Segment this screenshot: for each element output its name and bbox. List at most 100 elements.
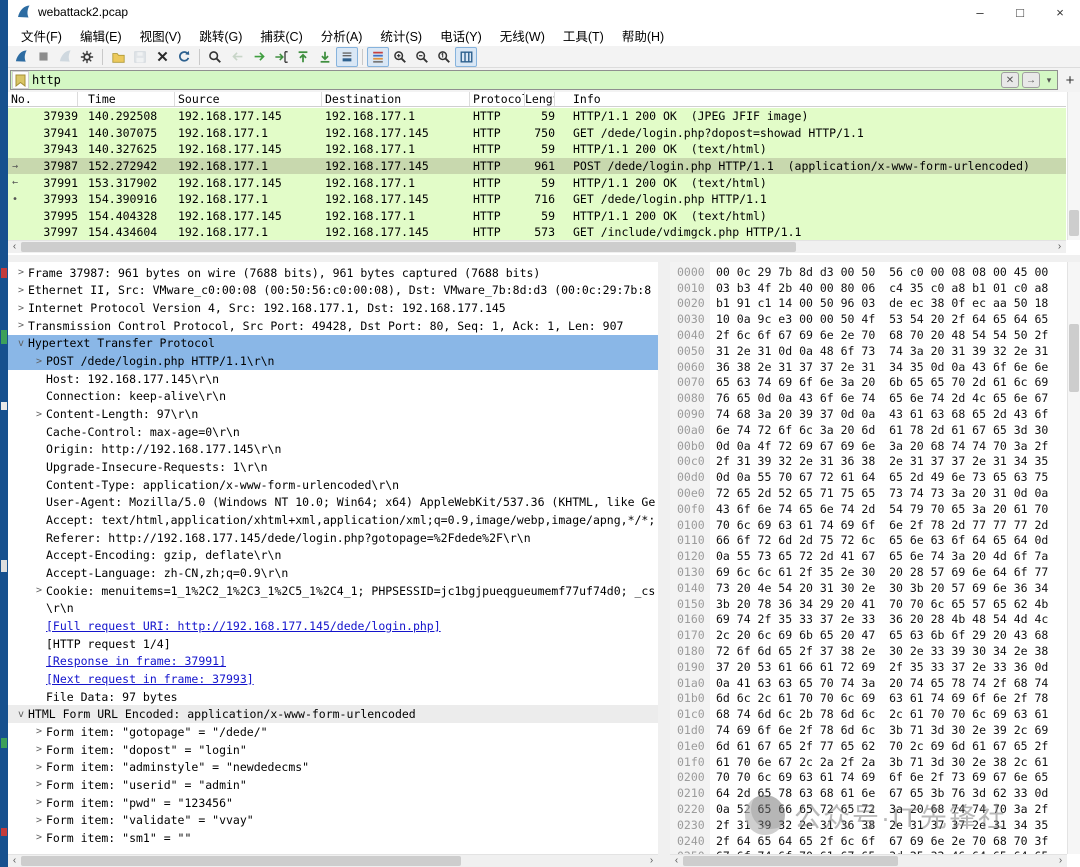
detail-link[interactable]: [Response in frame: 37991] (46, 654, 226, 668)
detail-row-16[interactable]: Referer: http://192.168.177.145/dede/log… (8, 529, 658, 547)
minimize-button[interactable]: – (960, 0, 1000, 24)
hex-row-0090[interactable]: 009074 68 3a 20 39 37 0d 0a 43 61 63 68 … (670, 406, 1066, 422)
go-bottom-icon[interactable] (314, 47, 336, 67)
expander-closed-icon[interactable]: > (32, 356, 46, 367)
detail-row-17[interactable]: Accept-Encoding: gzip, deflate\r\n (8, 547, 658, 565)
packet-row-37943[interactable]: 37943140.327625192.168.177.145192.168.17… (8, 141, 1066, 158)
detail-row-31[interactable]: >Form item: "pwd" = "123456" (8, 794, 658, 812)
go-top-icon[interactable] (292, 47, 314, 67)
detail-row-14[interactable]: User-Agent: Mozilla/5.0 (Windows NT 10.0… (8, 494, 658, 512)
expander-closed-icon[interactable]: > (14, 285, 28, 296)
colorize-icon[interactable] (367, 47, 389, 67)
hex-row-0100[interactable]: 010070 6c 69 63 61 74 69 6f 6e 2f 78 2d … (670, 517, 1066, 533)
packet-row-37997[interactable]: 37997154.434604192.168.177.1192.168.177.… (8, 224, 1066, 240)
detail-row-28[interactable]: >Form item: "dopost" = "login" (8, 741, 658, 759)
open-file-icon[interactable] (107, 47, 129, 67)
hex-row-0230[interactable]: 02302f 31 39 32 2e 31 36 38 2e 31 37 37 … (670, 817, 1066, 833)
hex-row-0180[interactable]: 018072 6f 6d 65 2f 37 38 2e 30 2e 33 39 … (670, 643, 1066, 659)
hex-row-01a0[interactable]: 01a00a 41 63 63 65 70 74 3a 20 74 65 78 … (670, 675, 1066, 691)
hex-row-0080[interactable]: 008076 65 0d 0a 43 6f 6e 74 65 6e 74 2d … (670, 390, 1066, 406)
detail-link[interactable]: [Next request in frame: 37993] (46, 672, 254, 686)
scroll-thumb[interactable] (21, 242, 796, 252)
column-header-source[interactable]: Source (175, 92, 322, 106)
scroll-thumb[interactable] (1069, 210, 1079, 236)
hex-row-0190[interactable]: 019037 20 53 61 66 61 72 69 2f 35 33 37 … (670, 659, 1066, 675)
detail-row-23[interactable]: [Response in frame: 37991] (8, 652, 658, 670)
find-packet-icon[interactable] (204, 47, 226, 67)
expander-closed-icon[interactable]: > (32, 762, 46, 773)
scroll-left-arrow[interactable]: ‹ (8, 241, 21, 253)
detail-row-24[interactable]: [Next request in frame: 37993] (8, 670, 658, 688)
scroll-thumb[interactable] (1069, 324, 1079, 392)
hex-row-0050[interactable]: 005031 2e 31 0d 0a 48 6f 73 74 3a 20 31 … (670, 343, 1066, 359)
capture-options-icon[interactable] (76, 47, 98, 67)
detail-row-25[interactable]: File Data: 97 bytes (8, 688, 658, 706)
expander-closed-icon[interactable]: > (32, 409, 46, 420)
expander-closed-icon[interactable]: > (32, 779, 46, 790)
packet-row-37991[interactable]: ←37991153.317902192.168.177.145192.168.1… (8, 174, 1066, 191)
expander-closed-icon[interactable]: > (32, 797, 46, 808)
hex-row-01e0[interactable]: 01e06d 61 67 65 2f 77 65 62 70 2c 69 6d … (670, 738, 1066, 754)
hex-row-0010[interactable]: 001003 b3 4f 2b 40 00 80 06 c4 35 c0 a8 … (670, 280, 1066, 296)
scroll-right-arrow[interactable]: › (1053, 241, 1066, 253)
detail-row-15[interactable]: Accept: text/html,application/xhtml+xml,… (8, 511, 658, 529)
filter-apply-button[interactable]: → (1022, 72, 1040, 88)
close-button[interactable]: × (1040, 0, 1080, 24)
expander-closed-icon[interactable]: > (14, 320, 28, 331)
packet-row-37987[interactable]: →37987152.272942192.168.177.1192.168.177… (8, 158, 1066, 175)
hex-row-0220[interactable]: 02200a 52 65 66 65 72 65 72 3a 20 68 74 … (670, 801, 1066, 817)
detail-row-18[interactable]: Accept-Language: zh-CN,zh;q=0.9\r\n (8, 564, 658, 582)
menu-item-3[interactable]: 视图(V) (131, 24, 191, 47)
packet-row-37941[interactable]: 37941140.307075192.168.177.1192.168.177.… (8, 125, 1066, 142)
hex-row-00c0[interactable]: 00c02f 31 39 32 2e 31 36 38 2e 31 37 37 … (670, 454, 1066, 470)
expander-closed-icon[interactable]: > (32, 832, 46, 843)
detail-row-8[interactable]: Connection: keep-alive\r\n (8, 388, 658, 406)
column-header-length[interactable]: Length (525, 92, 555, 106)
menu-item-11[interactable]: 帮助(H) (613, 24, 673, 47)
detail-row-6[interactable]: >POST /dede/login.php HTTP/1.1\r\n (8, 352, 658, 370)
column-header-no[interactable]: No. (8, 92, 78, 106)
menu-item-4[interactable]: 跳转(G) (190, 24, 251, 47)
menu-item-10[interactable]: 工具(T) (554, 24, 613, 47)
auto-scroll-icon[interactable] (336, 47, 358, 67)
hex-row-00a0[interactable]: 00a06e 74 72 6f 6c 3a 20 6d 61 78 2d 61 … (670, 422, 1066, 438)
scroll-left-arrow[interactable]: ‹ (8, 855, 21, 867)
hex-row-01c0[interactable]: 01c068 74 6d 6c 2b 78 6d 6c 2c 61 70 70 … (670, 706, 1066, 722)
packet-row-37939[interactable]: 37939140.292508192.168.177.145192.168.17… (8, 108, 1066, 125)
go-to-packet-icon[interactable] (270, 47, 292, 67)
menu-item-9[interactable]: 无线(W) (491, 24, 554, 47)
maximize-button[interactable]: □ (1000, 0, 1040, 24)
details-hscrollbar[interactable]: ‹ › (8, 854, 658, 867)
column-header-protocol[interactable]: Protocol (470, 92, 525, 106)
hex-row-00f0[interactable]: 00f043 6f 6e 74 65 6e 74 2d 54 79 70 65 … (670, 501, 1066, 517)
expander-open-icon[interactable]: v (14, 338, 28, 349)
packet-row-37995[interactable]: 37995154.404328192.168.177.145192.168.17… (8, 208, 1066, 225)
expander-closed-icon[interactable]: > (14, 267, 28, 278)
hex-row-0020[interactable]: 0020b1 91 c1 14 00 50 96 03 de ec 38 0f … (670, 296, 1066, 312)
hex-row-0130[interactable]: 013069 6c 6c 61 2f 35 2e 30 20 28 57 69 … (670, 564, 1066, 580)
detail-row-19[interactable]: >Cookie: menuitems=1_1%2C2_1%2C3_1%2C5_1… (8, 582, 658, 600)
hex-row-0150[interactable]: 01503b 20 78 36 34 29 20 41 70 70 6c 65 … (670, 596, 1066, 612)
hex-row-00b0[interactable]: 00b00d 0a 4f 72 69 67 69 6e 3a 20 68 74 … (670, 438, 1066, 454)
hex-row-0000[interactable]: 000000 0c 29 7b 8d d3 00 50 56 c0 00 08 … (670, 264, 1066, 280)
menu-item-7[interactable]: 统计(S) (371, 24, 431, 47)
expander-closed-icon[interactable]: > (32, 815, 46, 826)
zoom-out-icon[interactable] (411, 47, 433, 67)
scroll-left-arrow[interactable]: ‹ (670, 855, 683, 867)
scroll-right-arrow[interactable]: › (645, 855, 658, 867)
detail-row-33[interactable]: >Form item: "sm1" = "" (8, 829, 658, 847)
packet-list-vscrollbar[interactable] (1067, 92, 1080, 240)
hex-row-0170[interactable]: 01702c 20 6c 69 6b 65 20 47 65 63 6b 6f … (670, 627, 1066, 643)
zoom-in-icon[interactable] (389, 47, 411, 67)
start-capture-icon[interactable] (10, 47, 32, 67)
detail-row-22[interactable]: [HTTP request 1/4] (8, 635, 658, 653)
detail-row-9[interactable]: >Content-Length: 97\r\n (8, 405, 658, 423)
scroll-thumb[interactable] (21, 856, 461, 866)
detail-row-2[interactable]: >Ethernet II, Src: VMware_c0:00:08 (00:5… (8, 282, 658, 300)
detail-row-1[interactable]: >Frame 37987: 961 bytes on wire (7688 bi… (8, 264, 658, 282)
expander-open-icon[interactable]: v (14, 709, 28, 720)
expander-closed-icon[interactable]: > (32, 744, 46, 755)
filter-dropdown-arrow[interactable]: ▾ (1043, 75, 1055, 86)
hex-row-0030[interactable]: 003010 0a 9c e3 00 00 50 4f 53 54 20 2f … (670, 311, 1066, 327)
detail-row-26[interactable]: vHTML Form URL Encoded: application/x-ww… (8, 705, 658, 723)
